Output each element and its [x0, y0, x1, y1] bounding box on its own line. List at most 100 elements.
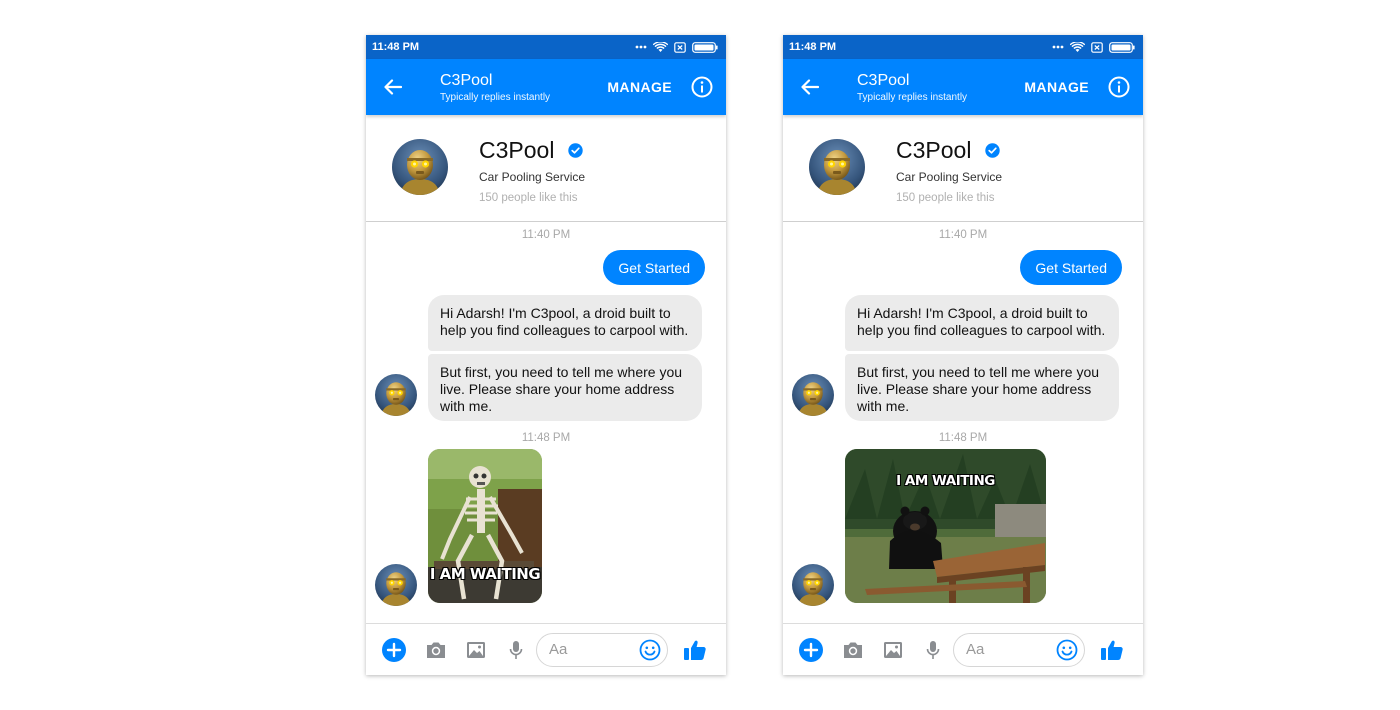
image-icon [467, 641, 485, 658]
droid-avatar-image [392, 139, 448, 195]
phone-screen-left: 11:48 PM C3Pool Typically replies instan… [366, 35, 726, 675]
plus-icon [799, 637, 823, 662]
message-input[interactable] [966, 641, 1056, 658]
thumbs-up-icon [684, 640, 706, 660]
arrow-left-icon [801, 79, 819, 95]
info-icon [1108, 76, 1130, 98]
back-button[interactable] [380, 74, 406, 100]
message-composer [783, 623, 1143, 675]
status-time: 11:48 PM [789, 41, 837, 53]
info-icon [691, 76, 713, 98]
gallery-button[interactable] [464, 638, 488, 662]
profile-info: C3Pool Car Pooling Service 150 people li… [479, 137, 585, 204]
camera-icon [844, 642, 862, 658]
camera-button[interactable] [841, 638, 865, 662]
user-message-get-started[interactable]: Get Started [1020, 250, 1122, 285]
more-dots-icon [1052, 45, 1064, 49]
status-icons [1052, 41, 1135, 53]
info-button[interactable] [1107, 75, 1131, 99]
status-icons [635, 41, 718, 53]
meme-caption: I AM WAITING [429, 565, 541, 583]
profile-name-row: C3Pool [896, 137, 1002, 164]
message-thread[interactable]: 11:40 PM Get Started Hi Adarsh! I'm C3po… [366, 222, 726, 622]
timestamp: 11:48 PM [521, 432, 571, 444]
status-bar: 11:48 PM [783, 35, 1143, 59]
bot-message[interactable]: But first, you need to tell me where you… [428, 354, 702, 421]
user-message-get-started[interactable]: Get Started [603, 250, 705, 285]
profile-info: C3Pool Car Pooling Service 150 people li… [896, 137, 1002, 204]
more-dots-icon [635, 45, 647, 49]
bot-message[interactable]: Hi Adarsh! I'm C3pool, a droid built to … [428, 295, 702, 351]
bot-avatar[interactable] [792, 564, 834, 606]
battery-icon [1109, 41, 1135, 53]
verified-check-icon [568, 143, 584, 158]
meme-caption: I AM WAITING [896, 473, 995, 489]
timestamp: 11:48 PM [938, 432, 988, 444]
conversation-header: C3Pool Typically replies instantly MANAG… [366, 59, 726, 115]
bot-avatar[interactable] [375, 374, 417, 416]
timestamp: 11:40 PM [938, 229, 988, 241]
profile-name-row: C3Pool [479, 137, 585, 164]
droid-avatar-image [375, 374, 417, 416]
message-thread[interactable]: 11:40 PM Get Started Hi Adarsh! I'm C3po… [783, 222, 1143, 622]
message-composer [366, 623, 726, 675]
profile-likes: 150 people like this [896, 192, 995, 204]
status-bar: 11:48 PM [366, 35, 726, 59]
header-title-block[interactable]: C3Pool Typically replies instantly [857, 72, 1024, 103]
microphone-icon [926, 640, 940, 659]
conversation-subtitle: Typically replies instantly [440, 91, 551, 103]
manage-button[interactable]: MANAGE [1024, 79, 1089, 95]
camera-icon [427, 642, 445, 658]
header-title-block[interactable]: C3Pool Typically replies instantly [440, 72, 607, 103]
battery-icon [692, 41, 718, 53]
like-button[interactable] [683, 638, 707, 662]
emoji-icon[interactable] [1056, 639, 1078, 661]
voice-button[interactable] [504, 638, 528, 662]
status-time: 11:48 PM [372, 41, 420, 53]
meme-image-bear[interactable]: I AM WAITING [845, 449, 1046, 603]
gallery-button[interactable] [881, 638, 905, 662]
voice-button[interactable] [921, 638, 945, 662]
bot-message[interactable]: Hi Adarsh! I'm C3pool, a droid built to … [845, 295, 1119, 351]
droid-avatar-image [792, 564, 834, 606]
avatar[interactable] [392, 139, 448, 195]
back-button[interactable] [797, 74, 823, 100]
emoji-icon[interactable] [639, 639, 661, 661]
info-button[interactable] [690, 75, 714, 99]
profile-category: Car Pooling Service [479, 170, 586, 184]
phone-screen-right: 11:48 PM C3Pool Typically replies instan… [783, 35, 1143, 675]
message-input-wrapper [536, 632, 668, 667]
bot-message[interactable]: But first, you need to tell me where you… [845, 354, 1119, 421]
like-button[interactable] [1100, 638, 1124, 662]
bot-avatar[interactable] [792, 374, 834, 416]
message-input-wrapper [953, 632, 1085, 667]
profile-category: Car Pooling Service [896, 170, 1003, 184]
page-profile-card: C3Pool Car Pooling Service 150 people li… [366, 115, 726, 222]
verified-check-icon [985, 143, 1001, 158]
no-sim-icon [1091, 41, 1103, 53]
conversation-title: C3Pool [857, 71, 910, 89]
conversation-header: C3Pool Typically replies instantly MANAG… [783, 59, 1143, 115]
more-actions-button[interactable] [382, 637, 406, 662]
thumbs-up-icon [1101, 640, 1123, 660]
camera-button[interactable] [424, 638, 448, 662]
profile-name: C3Pool [896, 137, 972, 163]
more-actions-button[interactable] [799, 637, 823, 662]
avatar[interactable] [809, 139, 865, 195]
wifi-icon [1070, 41, 1085, 52]
wifi-icon [653, 41, 668, 52]
plus-icon [382, 637, 406, 662]
timestamp: 11:40 PM [521, 229, 571, 241]
arrow-left-icon [384, 79, 402, 95]
bot-avatar[interactable] [375, 564, 417, 606]
page-profile-card: C3Pool Car Pooling Service 150 people li… [783, 115, 1143, 222]
manage-button[interactable]: MANAGE [607, 79, 672, 95]
conversation-subtitle: Typically replies instantly [857, 91, 968, 103]
microphone-icon [509, 640, 523, 659]
message-input[interactable] [549, 641, 639, 658]
droid-avatar-image [375, 564, 417, 606]
meme-image-skeleton[interactable]: I AM WAITING [428, 449, 542, 603]
no-sim-icon [674, 41, 686, 53]
image-icon [884, 641, 902, 658]
droid-avatar-image [809, 139, 865, 195]
